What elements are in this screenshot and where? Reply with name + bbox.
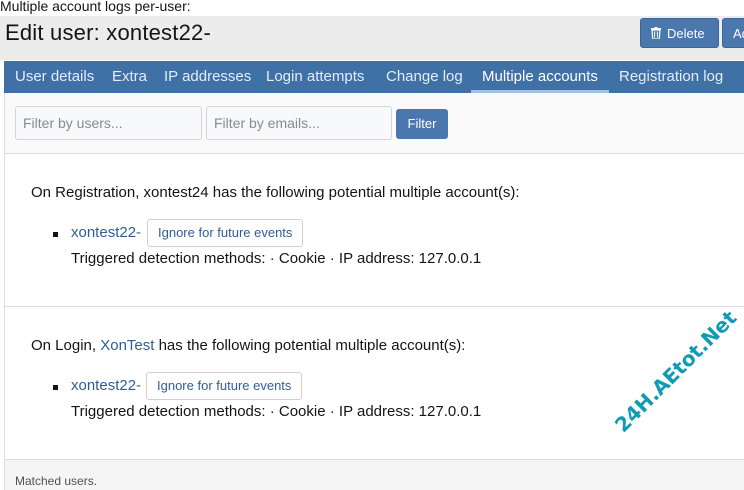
tab-extra[interactable]: Extra	[101, 61, 158, 93]
trash-icon	[651, 27, 661, 39]
tab-bar: User details Extra IP addresses Login at…	[4, 61, 744, 93]
account-link[interactable]: xontest22-	[71, 377, 141, 394]
tab-registration-log[interactable]: Registration log	[608, 61, 734, 93]
add-button[interactable]: Ad	[722, 18, 744, 48]
tab-login-attempts[interactable]: Login attempts	[255, 61, 375, 93]
page-title: Edit user: xontest22-	[5, 20, 211, 45]
list-bullet	[53, 385, 58, 390]
filter-users-input[interactable]: Filter by users...	[15, 106, 202, 140]
event-intro-prefix: On Login,	[31, 337, 101, 354]
tab-change-log[interactable]: Change log	[375, 61, 474, 93]
event-block: On Login, XonTest has the following pote…	[5, 307, 744, 460]
event-intro: On Registration, xontest24 has the follo…	[31, 184, 520, 201]
detection-methods: Triggered detection methods: · Cookie · …	[71, 403, 482, 420]
add-button-label: Ad	[733, 25, 744, 41]
event-intro-suffix: has the following potential multiple acc…	[154, 337, 466, 354]
account-link[interactable]: xontest22-	[71, 224, 141, 241]
footer: Matched users.	[5, 460, 744, 490]
event-block: On Registration, xontest24 has the follo…	[5, 154, 744, 307]
event-intro: On Login, XonTest has the following pote…	[31, 337, 465, 354]
delete-button-label: Delete	[667, 25, 705, 41]
filter-emails-input[interactable]: Filter by emails...	[206, 106, 392, 140]
tab-user-details[interactable]: User details	[4, 61, 105, 93]
tab-ip-addresses[interactable]: IP addresses	[153, 61, 262, 93]
filter-row: Filter by users... Filter by emails... F…	[5, 93, 744, 154]
ignore-future-events-button[interactable]: Ignore for future events	[146, 372, 303, 400]
list-bullet	[53, 232, 58, 237]
filter-button[interactable]: Filter	[396, 109, 448, 139]
page-caption: Multiple account logs per-user:	[0, 0, 191, 14]
tab-multiple-accounts[interactable]: Multiple accounts	[471, 61, 609, 93]
delete-button[interactable]: Delete	[640, 18, 719, 48]
detection-methods: Triggered detection methods: · Cookie · …	[71, 250, 482, 267]
event-user-link[interactable]: XonTest	[100, 337, 154, 354]
event-intro-prefix: On Registration, xontest24 has the follo…	[31, 184, 520, 201]
ignore-future-events-button[interactable]: Ignore for future events	[147, 219, 304, 247]
footer-text: Matched users.	[15, 474, 98, 488]
